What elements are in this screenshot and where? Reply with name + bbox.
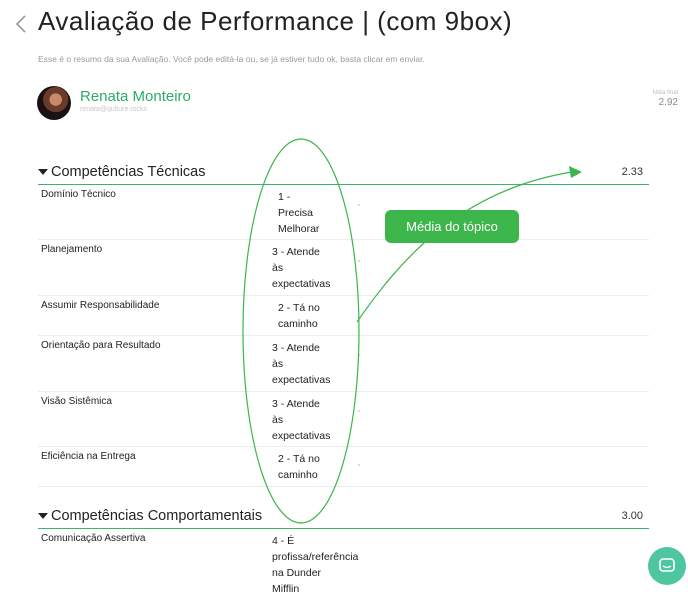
rating-line: expectativas	[272, 430, 331, 442]
rating-line: na Dunder	[272, 567, 322, 579]
chat-bubble-icon	[659, 558, 675, 572]
user-name: Renata Monteiro	[80, 88, 191, 105]
final-grade: Nota final 2.92	[653, 90, 678, 109]
row-marker	[358, 410, 360, 412]
competency-rating: 3 - Atende às expectativas	[272, 340, 330, 388]
competency-rating: 2 - Tá no caminho	[278, 451, 320, 483]
row-marker	[358, 204, 360, 206]
rating-line: expectativas	[272, 374, 331, 386]
rating-line: às	[272, 262, 284, 274]
competency-name: Eficiência na Entrega	[41, 451, 136, 462]
competency-rating: 3 - Atende às expectativas	[272, 244, 330, 292]
annotation-label: Média do tópico	[385, 210, 519, 243]
section-header-behavioral[interactable]: Competências Comportamentais 3.00	[38, 506, 649, 529]
final-grade-value: 2.92	[658, 97, 678, 108]
rating-line: às	[272, 414, 284, 426]
rating-line: 2 - Tá no	[278, 453, 320, 465]
rating-line: expectativas	[272, 278, 331, 290]
competency-name: Orientação para Resultado	[41, 340, 161, 351]
section-title: Competências Comportamentais	[51, 508, 263, 524]
competency-name: Assumir Responsabilidade	[41, 300, 160, 311]
rating-line: caminho	[278, 469, 318, 481]
competency-name: Comunicação Assertiva	[41, 533, 146, 544]
table-row[interactable]: Assumir Responsabilidade 2 - Tá no camin…	[38, 296, 649, 336]
competency-name: Domínio Técnico	[41, 189, 116, 200]
rating-line: Mifflin	[272, 583, 300, 595]
section-score: 2.33	[621, 166, 643, 178]
chat-button[interactable]	[648, 547, 686, 585]
rating-line: 3 - Atende	[272, 398, 320, 410]
competency-rating: 3 - Atende às expectativas	[272, 396, 330, 444]
caret-down-icon[interactable]	[38, 169, 48, 175]
rating-line: Melhorar	[278, 223, 320, 235]
table-row[interactable]: Visão Sistêmica 3 - Atende às expectativ…	[38, 392, 649, 447]
competency-rating: 2 - Tá no caminho	[278, 300, 320, 332]
table-row[interactable]: Eficiência na Entrega 2 - Tá no caminho	[38, 447, 649, 487]
rating-line: 3 - Atende	[272, 342, 320, 354]
section-title: Competências Técnicas	[51, 164, 206, 180]
caret-down-icon[interactable]	[38, 513, 48, 519]
competency-rating: 4 - É profissa/referência na Dunder Miff…	[272, 533, 358, 597]
rating-line: 1 -	[278, 191, 291, 203]
chevron-left-icon[interactable]	[12, 13, 30, 35]
section-header-technical[interactable]: Competências Técnicas 2.33	[38, 162, 649, 185]
rating-line: 3 - Atende	[272, 246, 320, 258]
table-row[interactable]: Orientação para Resultado 3 - Atende às …	[38, 336, 649, 392]
rating-line: 2 - Tá no	[278, 302, 320, 314]
row-marker	[358, 464, 360, 466]
page-title: Avaliação de Performance | (com 9box)	[38, 6, 513, 36]
competency-rating: 1 - Precisa Melhorar	[278, 189, 319, 237]
section-score: 3.00	[621, 510, 643, 522]
competency-name: Planejamento	[41, 244, 103, 255]
rating-line: às	[272, 358, 284, 370]
table-row[interactable]: Domínio Técnico 1 - Precisa Melhorar	[38, 185, 649, 240]
final-grade-label: Nota final	[652, 90, 678, 96]
rating-line: profissa/referência	[272, 551, 359, 563]
rating-line: 4 - É	[272, 535, 295, 547]
row-marker	[358, 354, 360, 356]
competency-name: Visão Sistêmica	[41, 396, 112, 407]
user-email: renata@qulture.rocks	[80, 106, 148, 113]
row-marker	[358, 260, 360, 262]
page-subtitle: Esse é o resumo da sua Avaliação. Você p…	[38, 54, 425, 64]
table-row[interactable]: Planejamento 3 - Atende às expectativas	[38, 240, 649, 296]
table-row[interactable]: Comunicação Assertiva 4 - É profissa/ref…	[38, 529, 649, 595]
rating-line: caminho	[278, 318, 318, 330]
rating-line: Precisa	[278, 207, 314, 219]
avatar	[37, 86, 71, 120]
